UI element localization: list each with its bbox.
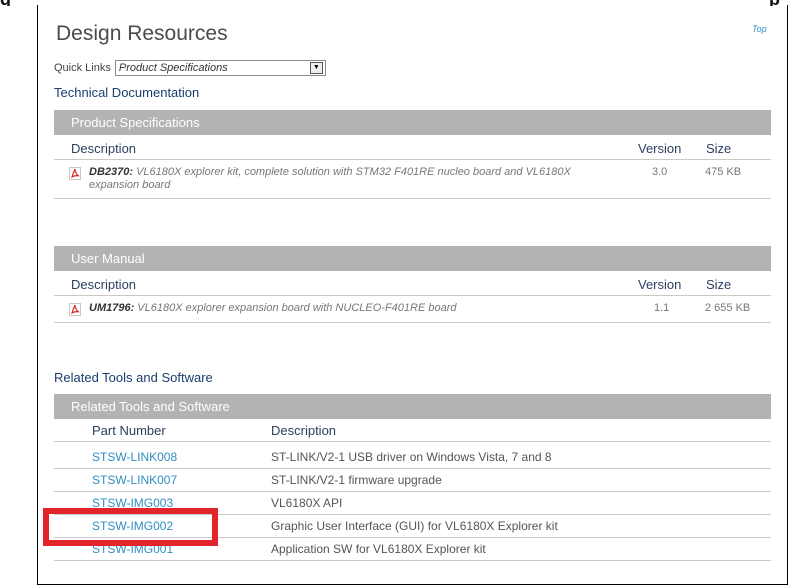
top-link[interactable]: Top <box>752 24 767 34</box>
user-manual-bar: User Manual <box>54 246 771 271</box>
table-row: STSW-LINK008 ST-LINK/V2-1 USB driver on … <box>54 446 771 469</box>
column-description: Description <box>71 141 137 156</box>
quick-links-select[interactable]: Product Specifications ▼ <box>114 60 326 76</box>
document-description[interactable]: UM1796: VL6180X explorer expansion board… <box>89 302 609 315</box>
document-text: VL6180X explorer expansion board with NU… <box>134 302 457 314</box>
user-manual-header: Description Version Size <box>54 273 771 296</box>
document-text: VL6180X explorer kit, complete solution … <box>89 166 571 191</box>
part-description: ST-LINK/V2-1 firmware upgrade <box>271 473 442 487</box>
related-tools-bar: Related Tools and Software <box>54 394 771 419</box>
column-version: Version <box>638 141 682 156</box>
part-description: VL6180X API <box>271 496 343 510</box>
highlight-annotation <box>43 508 218 546</box>
part-number-link[interactable]: STSW-LINK007 <box>92 473 177 487</box>
related-tools-heading: Related Tools and Software <box>54 370 213 385</box>
column-description: Description <box>271 423 337 438</box>
document-description[interactable]: DB2370: VL6180X explorer kit, complete s… <box>89 166 609 192</box>
document-code[interactable]: DB2370: <box>89 166 133 178</box>
pdf-icon[interactable] <box>69 167 81 180</box>
document-version: 3.0 <box>652 166 668 178</box>
quick-links-label: Quick Links <box>54 62 111 74</box>
pdf-icon[interactable] <box>69 303 81 316</box>
product-specifications-header: Description Version Size <box>54 137 771 160</box>
part-description: ST-LINK/V2-1 USB driver on Windows Vista… <box>271 450 552 464</box>
part-description: Application SW for VL6180X Explorer kit <box>271 542 486 556</box>
document-code[interactable]: UM1796: <box>89 302 134 314</box>
cropped-heading-left: g <box>0 0 11 6</box>
document-size: 475 KB <box>705 166 742 178</box>
technical-documentation-heading: Technical Documentation <box>54 85 200 100</box>
part-description: Graphic User Interface (GUI) for VL6180X… <box>271 519 558 533</box>
table-row: STSW-LINK007 ST-LINK/V2-1 firmware upgra… <box>54 469 771 492</box>
column-description: Description <box>71 277 137 292</box>
document-size: 2 655 KB <box>705 302 751 314</box>
column-version: Version <box>638 277 682 292</box>
quick-links-selected-value: Product Specifications <box>118 62 228 74</box>
document-version: 1.1 <box>654 302 670 314</box>
document-row[interactable]: DB2370: VL6180X explorer kit, complete s… <box>54 164 771 199</box>
document-row[interactable]: UM1796: VL6180X explorer expansion board… <box>54 300 771 323</box>
product-specifications-bar: Product Specifications <box>54 110 771 135</box>
page-title: Design Resources <box>56 22 228 45</box>
column-size: Size <box>706 141 732 156</box>
part-number-link[interactable]: STSW-LINK008 <box>92 450 177 464</box>
related-tools-header: Part Number Description <box>54 419 771 442</box>
column-part-number: Part Number <box>92 423 166 438</box>
quick-links: Quick Links Product Specifications ▼ <box>54 60 326 76</box>
dropdown-arrow-icon[interactable]: ▼ <box>309 62 323 74</box>
column-size: Size <box>706 277 732 292</box>
